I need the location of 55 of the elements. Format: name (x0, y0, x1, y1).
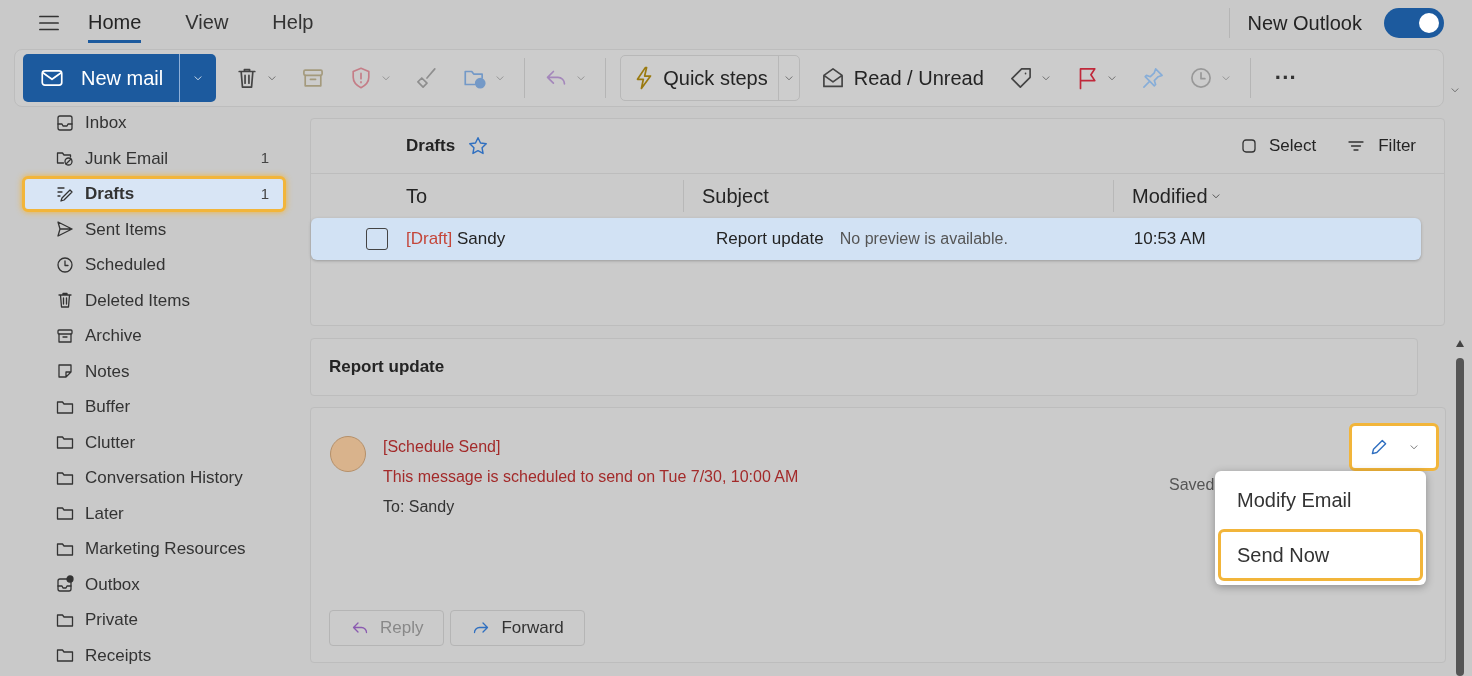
scroll-up-arrow-icon[interactable] (1456, 340, 1464, 347)
modified-time: 10:53 AM (1133, 228, 1206, 251)
column-header[interactable]: To (311, 180, 683, 212)
folder-item[interactable]: Marketing Resources (22, 531, 286, 567)
forward-button[interactable]: Forward (450, 610, 585, 646)
column-header[interactable]: Modified (1113, 180, 1444, 212)
outbox-icon (55, 574, 75, 595)
draft-tag: [Draft] (406, 229, 453, 249)
folder-item[interactable]: Inbox (22, 105, 286, 141)
folder-item[interactable]: Deleted Items (22, 282, 286, 318)
menu-tab[interactable]: Home (88, 3, 142, 43)
folder-item[interactable]: Notes (22, 353, 286, 389)
more-button[interactable]: ··· (1264, 67, 1307, 89)
scrollbar-thumb[interactable] (1456, 358, 1464, 676)
toggle-label: New Outlook (1247, 11, 1362, 36)
folder-item[interactable]: Conversation History (22, 460, 286, 496)
folder-item[interactable]: Sent Items (22, 211, 286, 247)
clock-icon (55, 254, 75, 275)
email-subject: Report update (329, 356, 445, 379)
menu-item[interactable]: Modify Email (1218, 474, 1423, 526)
folder-item[interactable]: Drafts 1 (22, 176, 286, 212)
folder-item[interactable]: Clutter (22, 424, 286, 460)
folder-item[interactable]: Scheduled (22, 247, 286, 283)
read-unread-button[interactable]: Read / Unread (813, 63, 990, 93)
star-icon (467, 135, 490, 157)
folder-title: Drafts (406, 135, 456, 158)
folder-item[interactable]: Later (22, 495, 286, 531)
saved-label: Saved (1169, 475, 1215, 495)
recipient-line: To: Sandy (383, 497, 456, 517)
favorite-star[interactable] (467, 135, 490, 157)
avatar (330, 436, 366, 472)
new-mail-button[interactable]: New mail (23, 54, 217, 102)
toggle-switch[interactable] (1384, 8, 1444, 38)
checkbox[interactable] (366, 228, 388, 250)
select-button[interactable]: Select (1238, 133, 1317, 159)
menu-tab[interactable]: View (185, 3, 229, 43)
folder-item[interactable]: Archive (22, 318, 286, 354)
column-header[interactable]: Subject (683, 180, 1113, 212)
edit-button[interactable] (1349, 423, 1439, 471)
menu-tab[interactable]: Help (272, 3, 314, 43)
message-preview: No preview is available. (839, 229, 1009, 249)
schedule-notice: This message is scheduled to send on Tue 7/30, 10:00 AM (383, 467, 799, 487)
quick-steps-button[interactable]: Quick steps (620, 55, 800, 101)
recipient: Sandy (457, 229, 506, 249)
message-row[interactable]: [Draft] Sandy Report update No preview is available. 10:53 AM (311, 218, 1421, 260)
menu-item[interactable]: Send Now (1218, 529, 1423, 581)
filter-button[interactable]: Filter (1346, 133, 1416, 159)
folder-item[interactable]: Outbox (22, 566, 286, 602)
folder-item[interactable]: Receipts (22, 637, 286, 673)
folder-item[interactable]: Junk Email 1 (22, 140, 286, 176)
folder-item[interactable]: Private (22, 602, 286, 638)
folder-item[interactable]: Buffer (22, 389, 286, 425)
schedule-send-tag: [Schedule Send] (383, 435, 799, 459)
message-subject: Report update (716, 228, 824, 251)
inbox-icon (55, 112, 75, 133)
